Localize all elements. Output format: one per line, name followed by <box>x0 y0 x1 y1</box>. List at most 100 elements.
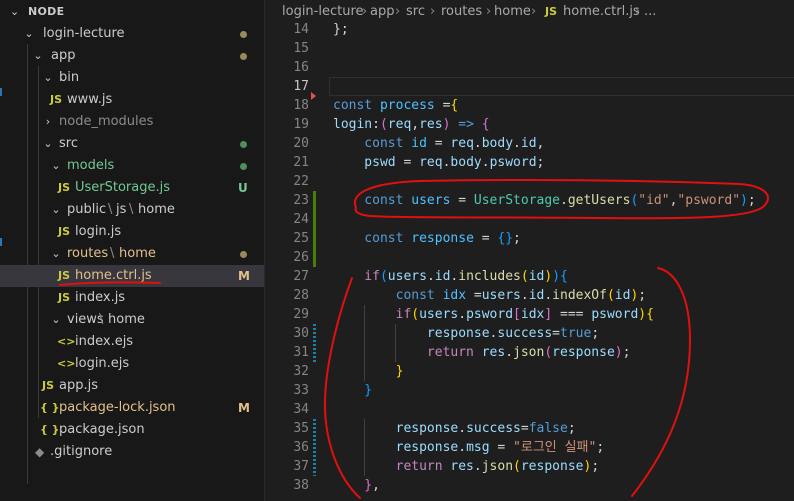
code-line[interactable]: } <box>333 362 404 381</box>
chevron-down-icon: ⌄ <box>24 27 34 40</box>
tree-file-app-js[interactable]: JS app.js <box>0 375 264 397</box>
code-token: , <box>411 117 420 132</box>
code-token: ( <box>411 307 420 322</box>
line-number: 16 <box>293 60 309 75</box>
tree-file-login-js[interactable]: JS login.js <box>0 221 264 243</box>
chevron-down-icon: ⌄ <box>33 49 43 62</box>
code-line[interactable]: return res.json(response); <box>333 457 600 476</box>
code-token: res <box>419 117 443 132</box>
code-line[interactable]: } <box>333 381 372 400</box>
tree-folder-login-lecture[interactable]: ⌄ login-lecture <box>0 23 264 45</box>
code-token: {} <box>497 231 514 246</box>
line-number: 25 <box>293 231 309 246</box>
untracked-dot-icon <box>240 141 247 148</box>
modified-badge: M <box>238 269 250 283</box>
code-token: { <box>481 117 490 132</box>
code-token: ) <box>552 269 561 284</box>
code-line[interactable]: if(users.id.includes(id)){ <box>333 267 568 286</box>
js-file-icon: JS <box>58 291 71 304</box>
code-token: response <box>520 459 584 474</box>
code-token: ; <box>591 459 600 474</box>
code-token: json <box>481 459 514 474</box>
chevron-right-icon: › <box>45 115 51 128</box>
tree-file-index-js[interactable]: JS index.js <box>0 287 264 309</box>
code-line[interactable]: login:(req,res) => { <box>333 115 490 134</box>
code-line[interactable]: }; <box>333 20 349 39</box>
code-line[interactable]: pswd = req.body.psword; <box>333 153 544 172</box>
code-line[interactable]: const idx =users.id.indexOf(id); <box>333 286 647 305</box>
tree-folder-bin[interactable]: ⌄ bin <box>0 67 264 89</box>
code-line[interactable]: response.success=true; <box>333 324 599 343</box>
code-line[interactable]: response.msg = "로그인 실패"; <box>333 438 605 457</box>
code-line[interactable]: }, <box>333 476 380 495</box>
tree-file-www-js[interactable]: JS www.js <box>0 89 264 111</box>
tree-label: home <box>108 312 145 327</box>
code-token: response <box>552 345 615 360</box>
tree-folder-models[interactable]: ⌄ models <box>0 155 264 177</box>
code-token: response <box>333 440 459 455</box>
code-token: id <box>434 269 451 284</box>
code-token: = <box>520 421 529 436</box>
tree-folder-routes-home[interactable]: ⌄ routes \ home <box>0 243 264 265</box>
tree-folder-node-modules[interactable]: › node_modules <box>0 111 264 133</box>
tree-label: home.ctrl.js <box>75 268 152 283</box>
code-token: ; <box>638 288 647 303</box>
tree-folder-src[interactable]: ⌄ src <box>0 133 264 155</box>
tree-label: home <box>119 246 156 261</box>
path-separator: \ <box>129 202 134 217</box>
code-token: pswd <box>333 155 396 170</box>
code-line[interactable]: const users = UserStorage.getUsers("id",… <box>333 191 755 210</box>
code-token: ( <box>520 269 529 284</box>
tree-label: js <box>116 202 127 217</box>
line-number: 31 <box>293 345 309 360</box>
explorer-header[interactable]: ⌄ NODE <box>0 0 264 24</box>
tree-folder-views-home[interactable]: ⌄ views \ home <box>0 309 264 331</box>
code-token: , <box>536 136 545 151</box>
tree-label: login.js <box>75 224 122 239</box>
code-token: id <box>520 136 537 151</box>
code-token: = <box>552 326 560 341</box>
code-token: id <box>411 136 427 151</box>
code-token: ; <box>622 345 631 360</box>
code-token: } <box>333 478 373 493</box>
code-token: response <box>333 326 490 341</box>
tree-file-gitignore[interactable]: ◆ .gitignore <box>0 441 264 463</box>
ejs-file-icon: <> <box>57 357 76 370</box>
code-token: const <box>333 98 380 113</box>
code-token: . <box>473 136 482 151</box>
line-number: 26 <box>293 250 309 265</box>
code-editor[interactable]: login-lecture › app › src › routes › hom… <box>265 0 794 501</box>
tree-file-userstorage-js[interactable]: JS UserStorage.js U <box>0 177 264 199</box>
tree-file-index-ejs[interactable]: <> index.ejs <box>0 331 264 353</box>
tree-file-login-ejs[interactable]: <> login.ejs <box>0 353 264 375</box>
tree-label: models <box>67 158 115 173</box>
code-token: . <box>560 193 568 208</box>
code-line[interactable]: const id = req.body.id, <box>333 134 544 153</box>
code-line[interactable]: response.success=false; <box>333 419 576 438</box>
code-token: res <box>450 459 474 474</box>
code-token: psword <box>466 307 514 322</box>
tree-folder-app[interactable]: ⌄ app <box>0 45 264 67</box>
code-line[interactable]: return res.json(response); <box>333 343 631 362</box>
tree-file-package-json[interactable]: { } package.json <box>0 419 264 441</box>
code-line[interactable]: if(users.psword[idx] === psword){ <box>333 305 654 324</box>
code-token: req <box>387 117 412 132</box>
tree-file-package-lock-json[interactable]: { } package-lock.json M <box>0 397 264 419</box>
tree-file-home-ctrl-js[interactable]: JS home.ctrl.js M <box>0 265 264 287</box>
untracked-dot-icon <box>240 163 247 170</box>
code-token: ) <box>638 307 647 322</box>
untracked-badge: U <box>238 181 248 195</box>
code-area[interactable]: 14}; 15 16 17 18 const process ={19 login:(req… <box>265 20 794 501</box>
code-token: ) <box>544 269 553 284</box>
line-number: 23 <box>293 193 309 208</box>
code-token: . <box>426 269 435 284</box>
line-number: 15 <box>293 41 309 56</box>
code-token: === <box>552 307 592 322</box>
line-number: 19 <box>293 117 309 132</box>
tree-folder-public-js-home[interactable]: ⌄ public \ js \ home <box>0 199 264 221</box>
explorer-sidebar: ⌄ NODE ⌄ login-lecture ⌄ app ⌄ bin JS ww… <box>0 0 265 501</box>
code-line[interactable]: const process ={ <box>333 96 458 115</box>
code-token: users <box>481 288 521 303</box>
code-line[interactable]: const response = {}; <box>333 229 521 248</box>
modified-dot-icon <box>240 31 247 38</box>
